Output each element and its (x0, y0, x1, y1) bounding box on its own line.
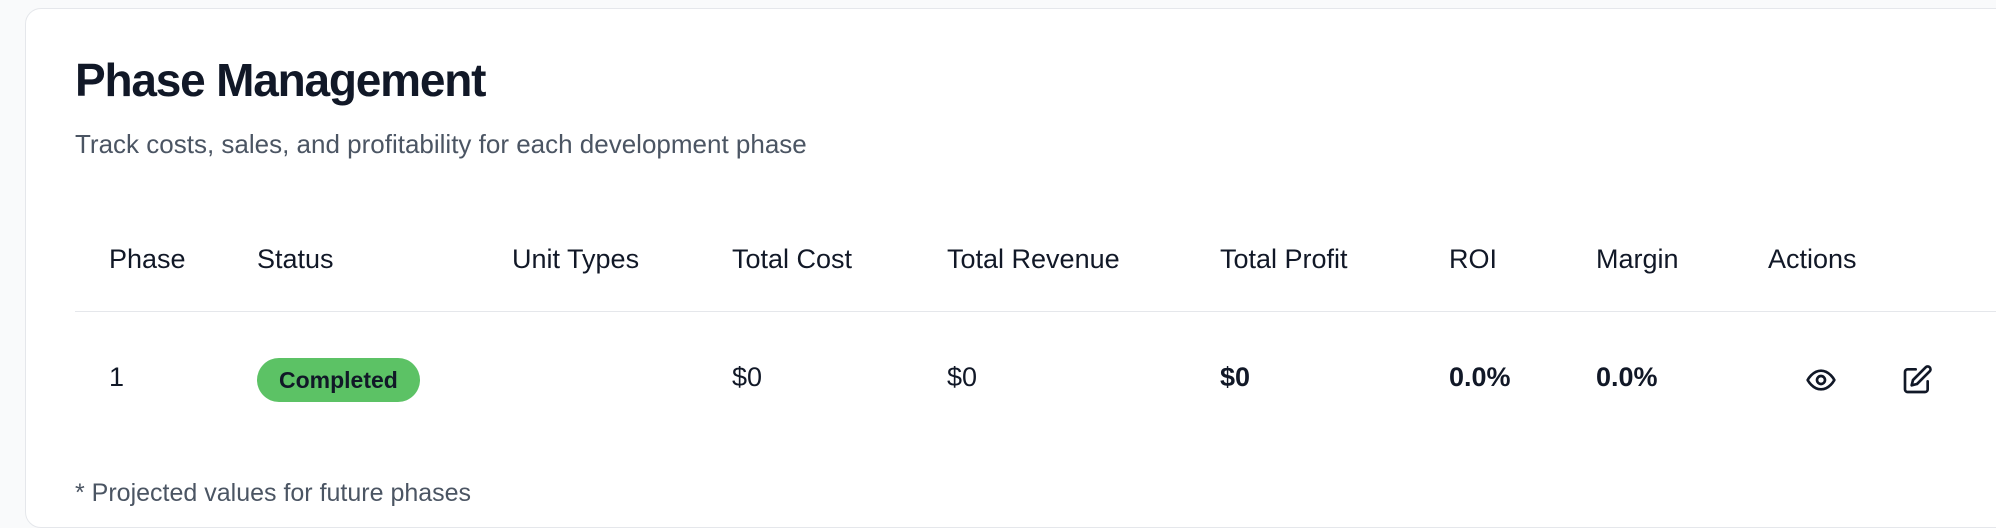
margin-cell: 0.0% (1596, 362, 1658, 392)
edit-icon (1903, 365, 1932, 394)
column-header-total-profit[interactable]: Total Profit (1220, 244, 1348, 275)
column-header-total-revenue[interactable]: Total Revenue (947, 244, 1120, 275)
phase-cell: 1 (109, 362, 125, 392)
view-button[interactable] (1803, 362, 1839, 398)
page-subtitle: Track costs, sales, and profitability fo… (75, 129, 807, 159)
total-profit-cell: $0 (1220, 362, 1251, 392)
table-row: 1 Completed $0 $0 $0 0.0% 0.0% (75, 312, 1996, 448)
footnote: * Projected values for future phases (75, 479, 472, 507)
page-title: Phase Management (75, 54, 486, 106)
column-header-phase[interactable]: Phase (109, 244, 186, 275)
total-revenue-cell: $0 (947, 362, 978, 392)
edit-button[interactable] (1899, 362, 1935, 398)
column-header-status[interactable]: Status (257, 244, 334, 275)
eye-icon (1806, 369, 1836, 391)
table-header: Phase Status Unit Types Total Cost Total… (75, 214, 1996, 312)
column-header-roi[interactable]: ROI (1449, 244, 1497, 275)
column-header-unit-types[interactable]: Unit Types (512, 244, 639, 275)
total-cost-cell: $0 (732, 362, 763, 392)
column-header-total-cost[interactable]: Total Cost (732, 244, 852, 275)
status-badge: Completed (257, 358, 420, 402)
phase-management-card: Phase Management Track costs, sales, and… (25, 8, 1996, 528)
column-header-actions: Actions (1768, 244, 1857, 274)
column-header-margin[interactable]: Margin (1596, 244, 1679, 275)
roi-cell: 0.0% (1449, 362, 1511, 392)
